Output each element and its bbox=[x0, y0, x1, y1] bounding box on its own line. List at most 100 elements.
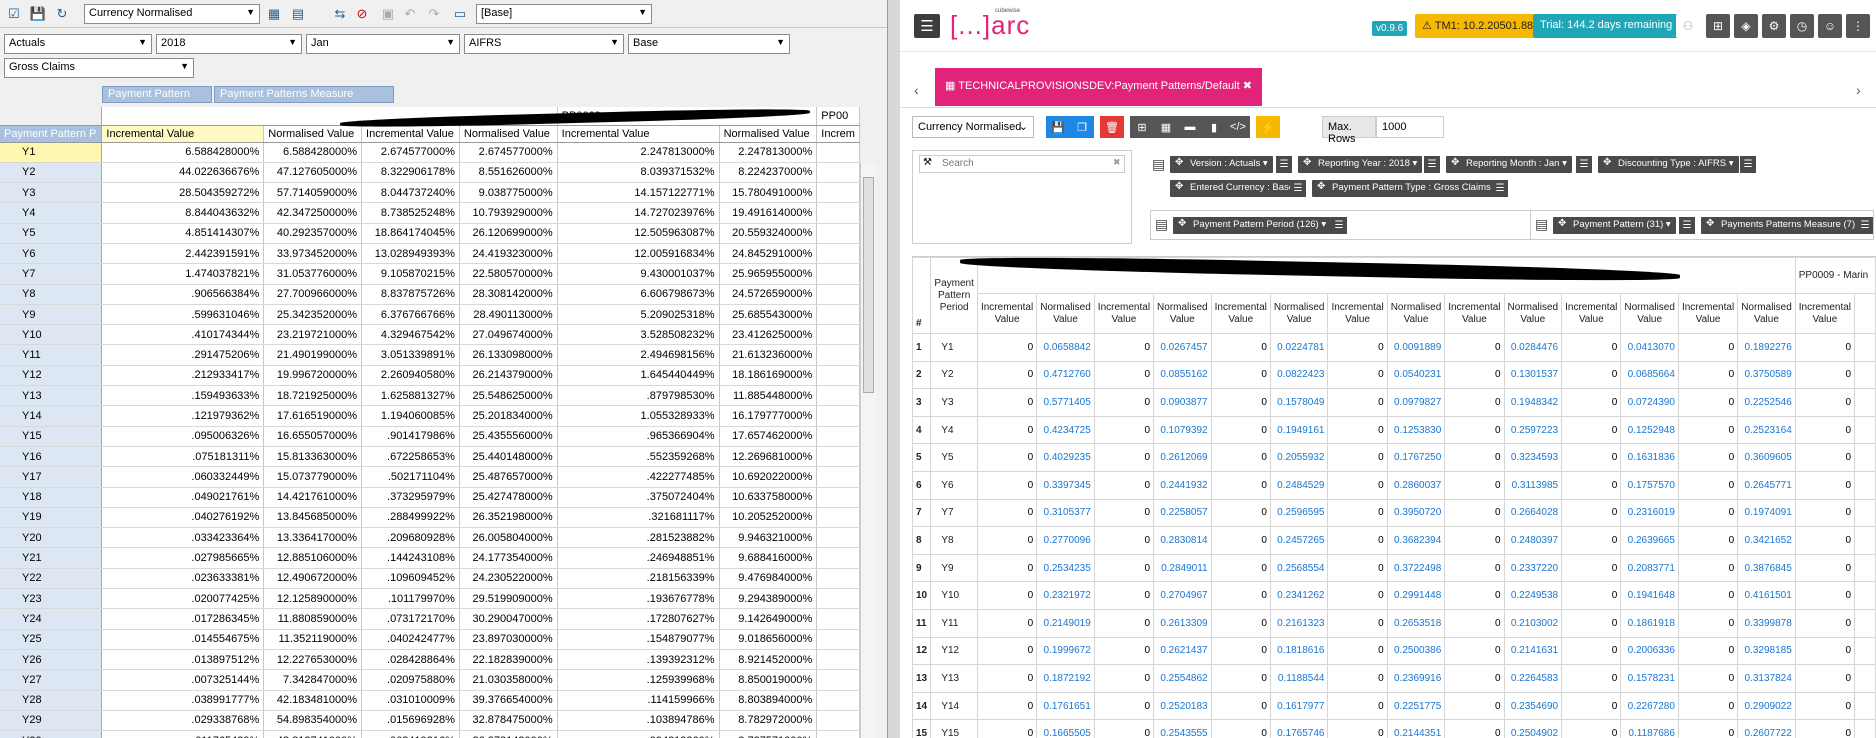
max-rows-input[interactable]: 1000 bbox=[1376, 116, 1444, 138]
table-cell[interactable]: 0 bbox=[1561, 664, 1622, 693]
table-cell[interactable]: 0 bbox=[976, 581, 1038, 610]
table-cell[interactable]: 8.044737240% bbox=[361, 182, 460, 204]
table-cell[interactable]: 19.996720000% bbox=[263, 365, 363, 387]
table-cell[interactable]: .040276192% bbox=[101, 507, 265, 529]
table-cell[interactable]: 0 bbox=[1093, 636, 1155, 666]
table-cell[interactable]: 0.2770096 bbox=[1036, 526, 1095, 555]
grid-icon[interactable]: ▦ bbox=[264, 4, 284, 24]
table-cell[interactable]: 7.342847000% bbox=[263, 669, 363, 691]
table-cell[interactable]: 0.2991448 bbox=[1386, 581, 1446, 610]
table-cell[interactable]: 0 bbox=[1794, 526, 1856, 555]
table-cell[interactable]: 0.0903877 bbox=[1153, 388, 1212, 417]
table-cell[interactable]: 54.898354000% bbox=[263, 710, 363, 732]
save-icon[interactable]: 💾 bbox=[28, 4, 48, 24]
period-cell[interactable]: Y14 bbox=[930, 691, 978, 721]
table-cell[interactable]: 10.633758000% bbox=[719, 487, 818, 508]
table-cell[interactable]: 11.880859000% bbox=[263, 608, 363, 630]
table-cell[interactable]: 0 bbox=[1677, 415, 1739, 445]
table-cell[interactable]: 0 bbox=[1794, 664, 1856, 693]
table-cell[interactable]: 0.0224781 bbox=[1269, 333, 1329, 362]
table-cell[interactable]: 0.1761651 bbox=[1036, 691, 1095, 721]
period-cell[interactable]: Y11 bbox=[930, 608, 978, 638]
scrollbar-thumb[interactable] bbox=[863, 177, 874, 393]
table-cell[interactable]: 0.2321972 bbox=[1036, 581, 1095, 610]
table-cell[interactable]: 42.183481000% bbox=[263, 690, 363, 711]
table-cell[interactable]: 2.494698156% bbox=[557, 344, 720, 366]
table-cell[interactable]: 20.559324000% bbox=[719, 223, 818, 244]
table-cell[interactable]: 21.030358000% bbox=[459, 669, 558, 691]
table-cell[interactable]: 0 bbox=[1561, 388, 1622, 417]
table-cell[interactable]: 23.219721000% bbox=[263, 324, 363, 346]
table-cell[interactable]: 24.230522000% bbox=[459, 568, 558, 590]
table-cell[interactable]: 0.2704967 bbox=[1153, 581, 1212, 610]
chip-menu-icon[interactable]: ☰ bbox=[1290, 180, 1306, 197]
table-cell[interactable]: 0 bbox=[1444, 360, 1505, 390]
column-chip-measure[interactable]: ✥Payments Patterns Measure (7) ▾ bbox=[1701, 217, 1868, 234]
table-cell[interactable]: 0.1767250 bbox=[1386, 443, 1446, 472]
table-cell[interactable]: 14.157122771% bbox=[557, 182, 720, 204]
column-dimension-measure[interactable]: Payment Patterns Measure bbox=[214, 86, 394, 103]
table-cell[interactable]: 19.491614000% bbox=[719, 202, 818, 224]
table-cell[interactable]: 0.2354690 bbox=[1503, 691, 1563, 721]
table-cell[interactable]: 3.528508232% bbox=[557, 324, 720, 346]
table-cell[interactable]: .159493633% bbox=[101, 385, 265, 407]
table-cell[interactable]: 0 bbox=[976, 415, 1038, 445]
table-cell[interactable]: 0 bbox=[1794, 608, 1856, 638]
table-cell[interactable]: 0 bbox=[1794, 443, 1856, 472]
table-cell[interactable]: 0 bbox=[1327, 553, 1388, 583]
check-icon[interactable]: ☑ bbox=[4, 4, 24, 24]
table-cell[interactable]: 0 bbox=[976, 526, 1038, 555]
table-cell[interactable]: 0.1999672 bbox=[1036, 636, 1095, 666]
table-cell[interactable] bbox=[1854, 333, 1876, 362]
table-cell[interactable]: 0.3421652 bbox=[1737, 526, 1796, 555]
chip-menu-icon[interactable]: ☰ bbox=[1276, 156, 1292, 173]
column-header[interactable]: Incremental Value bbox=[557, 125, 720, 143]
chip-menu-icon[interactable]: ☰ bbox=[1424, 156, 1440, 173]
table-cell[interactable]: .027985665% bbox=[101, 547, 265, 569]
table-cell[interactable] bbox=[1854, 470, 1876, 500]
table-cell[interactable]: 0.3137824 bbox=[1737, 664, 1796, 693]
table-cell[interactable]: 0.2909022 bbox=[1737, 691, 1796, 721]
table-cell[interactable]: .101179970% bbox=[361, 588, 460, 610]
subset-select[interactable]: [Base] ▼ bbox=[476, 4, 652, 24]
chevron-left-icon[interactable]: ‹ bbox=[914, 82, 919, 98]
period-header[interactable]: Payment Pattern Period bbox=[930, 257, 978, 334]
table-cell[interactable]: .060332449% bbox=[101, 466, 265, 488]
measure-header[interactable] bbox=[1854, 293, 1876, 334]
table-cell[interactable]: 2.247813000% bbox=[719, 142, 818, 163]
table-cell[interactable]: 18.186169000% bbox=[719, 365, 818, 387]
table-cell[interactable]: 0.0658842 bbox=[1036, 333, 1095, 362]
table-cell[interactable]: 4.329467542% bbox=[361, 324, 460, 346]
table-cell[interactable]: 12.269681000% bbox=[719, 446, 818, 468]
table-cell[interactable]: 0 bbox=[1677, 553, 1739, 583]
row-header[interactable]: Y14 bbox=[0, 405, 103, 427]
table-cell[interactable]: 0.2568554 bbox=[1269, 553, 1329, 583]
table-cell[interactable]: 0.1188544 bbox=[1269, 664, 1329, 693]
table-cell[interactable]: 0.2664028 bbox=[1503, 498, 1563, 528]
search-input[interactable]: Search bbox=[919, 155, 1125, 173]
measure-header[interactable]: Incremental Value bbox=[1677, 293, 1739, 334]
table-cell[interactable]: 0 bbox=[1561, 498, 1622, 528]
table-cell[interactable]: 0 bbox=[1677, 636, 1739, 666]
table-cell[interactable]: 0.1253830 bbox=[1386, 415, 1446, 445]
table-cell[interactable]: 2.674577000% bbox=[459, 142, 558, 163]
table-cell[interactable]: 0 bbox=[1677, 691, 1739, 721]
row-header[interactable]: Y16 bbox=[0, 446, 103, 468]
table-cell[interactable]: 0.0540231 bbox=[1386, 360, 1446, 390]
table-cell[interactable]: 0 bbox=[976, 360, 1038, 390]
row-header[interactable]: Y17 bbox=[0, 466, 103, 488]
table-cell[interactable]: 0 bbox=[1210, 581, 1271, 610]
table-cell[interactable]: 0 bbox=[1093, 719, 1155, 738]
table-cell[interactable] bbox=[816, 385, 860, 407]
measure-header[interactable]: Incremental Value bbox=[1561, 293, 1622, 334]
row-header[interactable]: Y8 bbox=[0, 284, 103, 305]
row-header[interactable]: Y20 bbox=[0, 527, 103, 549]
table-cell[interactable]: 9.142649000% bbox=[719, 608, 818, 630]
table-cell[interactable]: 0.1665505 bbox=[1036, 719, 1095, 738]
table-cell[interactable]: 0.4712760 bbox=[1036, 360, 1095, 390]
table-cell[interactable]: .172807627% bbox=[557, 608, 720, 630]
table-cell[interactable]: 27.049674000% bbox=[459, 324, 558, 346]
table-cell[interactable]: 0 bbox=[1561, 360, 1622, 390]
table-cell[interactable] bbox=[816, 202, 860, 224]
table-cell[interactable] bbox=[816, 405, 860, 427]
